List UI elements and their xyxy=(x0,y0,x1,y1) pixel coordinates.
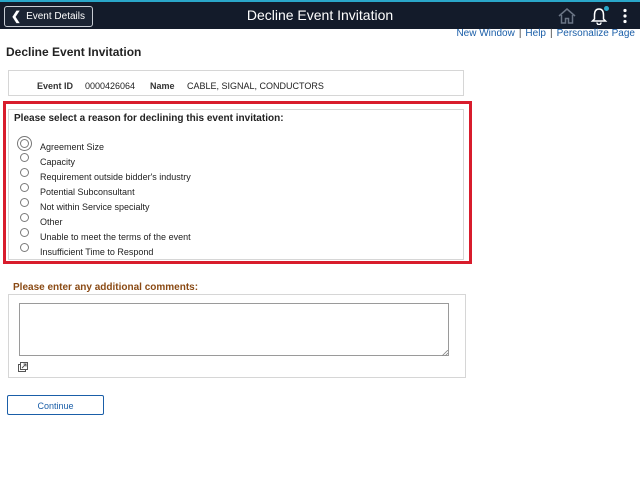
reason-question: Please select a reason for declining thi… xyxy=(14,113,284,124)
comments-label: Please enter any additional comments: xyxy=(13,282,199,293)
reason-radio-not-within-specialty[interactable] xyxy=(20,198,29,207)
reason-label-unable-to-meet-terms: Unable to meet the terms of the event xyxy=(40,232,191,242)
reason-label-other: Other xyxy=(40,217,63,227)
reason-radio-capacity[interactable] xyxy=(20,153,29,162)
reason-radio-other[interactable] xyxy=(20,213,29,222)
event-id-value: 0000426064 xyxy=(85,81,136,91)
expand-textarea-icon[interactable] xyxy=(18,362,28,372)
reason-label-not-within-specialty: Not within Service specialty xyxy=(40,202,150,212)
reason-radio-unable-to-meet-terms[interactable] xyxy=(20,228,29,237)
reason-label-outside-industry: Requirement outside bidder's industry xyxy=(40,172,191,182)
link-separator: | xyxy=(518,28,522,39)
notification-badge xyxy=(604,6,609,11)
more-menu-icon[interactable] xyxy=(622,8,628,24)
page-links: New Window | Help | Personalize Page xyxy=(456,28,635,40)
continue-button[interactable]: Continue xyxy=(7,395,104,415)
resize-grip-icon[interactable] xyxy=(442,350,448,356)
comments-textarea[interactable] xyxy=(19,303,449,356)
event-id-label: Event ID xyxy=(37,81,74,91)
new-window-link[interactable]: New Window xyxy=(456,28,514,40)
reason-label-potential-subconsultant: Potential Subconsultant xyxy=(40,187,135,197)
reason-label-capacity: Capacity xyxy=(40,157,76,167)
reason-label-insufficient-time: Insufficient Time to Respond xyxy=(40,247,154,257)
link-separator: | xyxy=(550,28,553,39)
reason-radio-outside-industry[interactable] xyxy=(20,168,29,177)
reason-radio-agreement-size[interactable] xyxy=(17,136,32,151)
top-bar: ❮ Event Details Decline Event Invitation xyxy=(0,0,640,29)
help-link[interactable]: Help xyxy=(525,28,546,40)
personalize-page-link[interactable]: Personalize Page xyxy=(557,28,635,40)
window-title: Decline Event Invitation xyxy=(246,7,394,23)
home-icon[interactable] xyxy=(558,8,576,24)
reason-label-agreement-size: Agreement Size xyxy=(40,142,105,152)
event-info-box: Event ID 0000426064 Name CABLE, SIGNAL, … xyxy=(8,70,464,96)
event-name-value: CABLE, SIGNAL, CONDUCTORS xyxy=(187,81,324,91)
event-name-label: Name xyxy=(150,81,175,91)
reason-radio-potential-subconsultant[interactable] xyxy=(20,183,29,192)
page-title: Decline Event Invitation xyxy=(6,45,142,59)
reason-radio-insufficient-time[interactable] xyxy=(20,243,29,252)
